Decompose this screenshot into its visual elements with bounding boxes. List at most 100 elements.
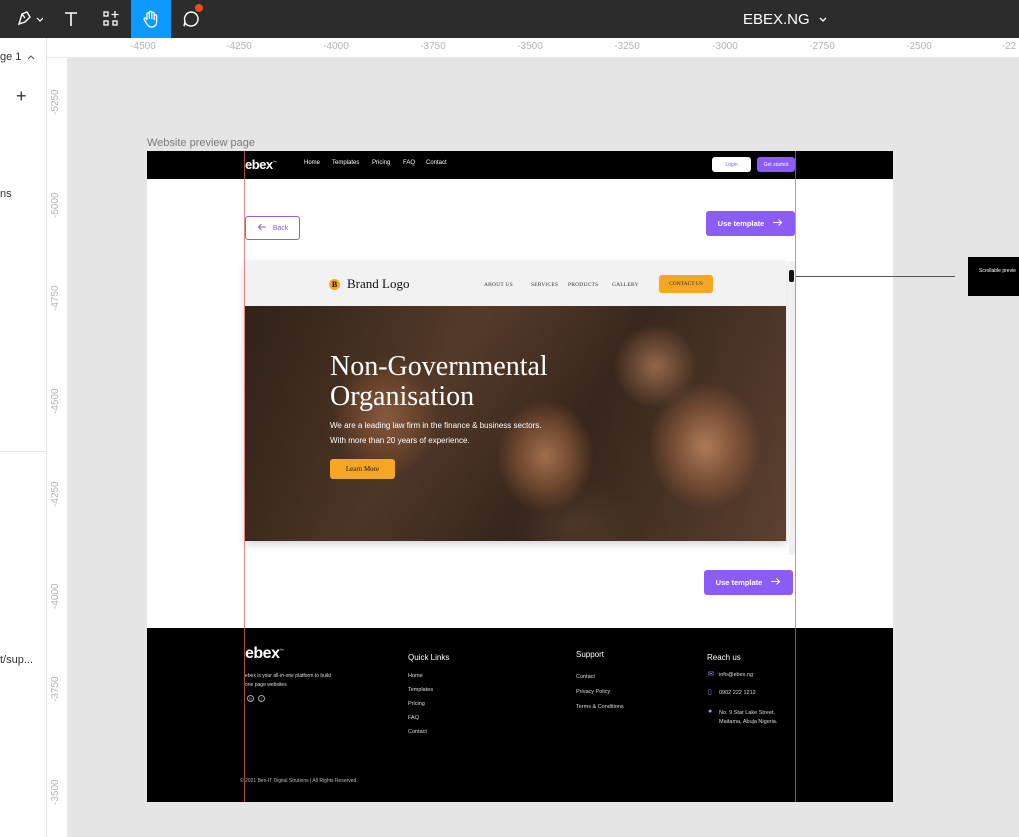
footer-ebex-logo[interactable]: ebex™ bbox=[245, 645, 283, 663]
chevron-down-icon bbox=[818, 11, 828, 28]
page-selector[interactable]: ge 1 bbox=[0, 51, 35, 63]
brand-logo-text[interactable]: Brand Logo bbox=[347, 276, 409, 292]
layout-guide-right bbox=[795, 151, 796, 802]
text-tool-button[interactable] bbox=[56, 0, 86, 38]
ruler-tick-label: -4000 bbox=[50, 583, 61, 609]
preview-nav-services[interactable]: SERVICES bbox=[531, 282, 558, 288]
text-icon bbox=[63, 10, 79, 28]
arrow-left-icon bbox=[257, 223, 267, 233]
login-button[interactable]: Login bbox=[712, 157, 751, 172]
hand-tool-button[interactable] bbox=[131, 0, 171, 38]
preview-scrollbar-thumb[interactable] bbox=[789, 270, 794, 282]
website-preview-frame[interactable]: ebex™ Home Templates Pricing FAQ Contact… bbox=[147, 151, 893, 802]
preview-nav-about[interactable]: ABOUT US bbox=[484, 282, 513, 288]
layers-panel: ge 1 + ns t/sup... bbox=[0, 38, 47, 837]
template-preview[interactable]: B Brand Logo ABOUT US SERVICES PRODUCTS … bbox=[245, 261, 786, 541]
footer-link-pricing[interactable]: Pricing bbox=[408, 701, 425, 707]
document-title-menu[interactable]: EBEX.NG bbox=[743, 0, 828, 38]
left-ruler: -5250 -5000 -4750 -4500 -4250 -4000 -375… bbox=[47, 58, 68, 837]
hero-subtitle: We are a leading law firm in the finance… bbox=[330, 421, 542, 445]
support-link-terms[interactable]: Terms & Conditions bbox=[576, 704, 624, 710]
preview-nav-products[interactable]: PRODUCTS bbox=[568, 282, 598, 288]
support-link-privacy[interactable]: Privacy Policy bbox=[576, 689, 610, 695]
ruler-tick-label: -5250 bbox=[50, 89, 61, 115]
arrow-right-icon bbox=[770, 577, 781, 588]
layer-item[interactable]: ns bbox=[0, 188, 12, 200]
ruler-tick-label: -4000 bbox=[323, 41, 349, 52]
contact-phone[interactable]: 0902 222 1212 bbox=[719, 690, 756, 696]
page-label: ge 1 bbox=[0, 51, 22, 63]
plus-icon: + bbox=[16, 86, 27, 106]
ebex-logo[interactable]: ebex™ bbox=[245, 157, 277, 172]
ruler-tick-label: -4250 bbox=[50, 481, 61, 507]
notification-dot bbox=[195, 4, 203, 12]
hand-icon bbox=[141, 9, 161, 29]
ruler-tick-label: -4500 bbox=[130, 41, 156, 52]
nav-link-templates[interactable]: Templates bbox=[332, 160, 359, 166]
use-template-label: Use template bbox=[715, 578, 763, 587]
pen-tool-button[interactable] bbox=[10, 0, 48, 38]
footer-tagline: ebex is your all-in-one platform to buil… bbox=[245, 673, 331, 688]
get-started-button[interactable]: Get started bbox=[757, 157, 795, 172]
back-button[interactable]: Back bbox=[245, 216, 300, 240]
mail-icon: ✉ bbox=[708, 671, 714, 678]
reach-us-heading: Reach us bbox=[707, 653, 741, 662]
brand-logo-mark: B bbox=[329, 279, 340, 290]
ruler-tick-label: -3500 bbox=[517, 41, 543, 52]
nav-link-pricing[interactable]: Pricing bbox=[372, 160, 390, 166]
quick-links-heading: Quick Links bbox=[408, 653, 450, 662]
footer-link-contact[interactable]: Contact bbox=[408, 729, 427, 735]
frame-label[interactable]: Website preview page bbox=[147, 137, 255, 149]
phone-icon: ▯ bbox=[708, 689, 712, 696]
hero-title-line-2: Organisation bbox=[330, 381, 475, 412]
site-footer: ebex™ ebex is your all-in-one platform t… bbox=[147, 628, 893, 802]
site-navbar: ebex™ Home Templates Pricing FAQ Contact… bbox=[147, 151, 893, 179]
ruler-tick-label: -2500 bbox=[906, 41, 932, 52]
annotation-connector bbox=[796, 276, 955, 277]
use-template-label: Use template bbox=[717, 219, 765, 228]
nav-link-faq[interactable]: FAQ bbox=[403, 160, 415, 166]
ruler-tick-label: -4250 bbox=[226, 41, 252, 52]
trademark-symbol: ™ bbox=[279, 647, 283, 653]
add-page-button[interactable]: + bbox=[16, 87, 27, 105]
contact-address: No. 9 Star Lake Street, Maitama, Abuja N… bbox=[719, 710, 778, 725]
logo-text: ebex bbox=[245, 645, 280, 662]
footer-link-templates[interactable]: Templates bbox=[408, 687, 433, 693]
use-template-button-top[interactable]: Use template bbox=[706, 211, 795, 236]
copyright-text: © 2021 Bex-IT Digital Strutions | All Ri… bbox=[240, 778, 358, 784]
hero-title: Non-Governmental Organisation bbox=[330, 352, 548, 412]
chevron-up-icon bbox=[27, 51, 35, 63]
panel-divider bbox=[0, 451, 46, 452]
components-icon bbox=[102, 10, 120, 28]
use-template-button-bottom[interactable]: Use template bbox=[704, 570, 793, 595]
contact-email[interactable]: info@ebex.ng bbox=[719, 672, 753, 678]
ruler-tick-label: -4750 bbox=[50, 285, 61, 311]
footer-link-faq[interactable]: FAQ bbox=[408, 715, 419, 721]
preview-nav-gallery[interactable]: GALLERY bbox=[612, 282, 639, 288]
footer-link-home[interactable]: Home bbox=[408, 673, 423, 679]
facebook-icon[interactable]: f bbox=[258, 695, 265, 702]
ruler-tick-label: -3000 bbox=[712, 41, 738, 52]
hero-title-line-1: Non-Governmental bbox=[330, 351, 548, 382]
ruler-tick-label: -3500 bbox=[50, 779, 61, 805]
trademark-symbol: ™ bbox=[272, 159, 277, 165]
document-title: EBEX.NG bbox=[743, 10, 810, 28]
ruler-tick-label: -3750 bbox=[50, 676, 61, 702]
ruler-tick-label: -2750 bbox=[809, 41, 835, 52]
ruler-tick-label: -5000 bbox=[50, 192, 61, 218]
learn-more-button[interactable]: Learn More bbox=[330, 459, 395, 479]
annotation-note[interactable]: Scrollable previe bbox=[968, 257, 1019, 296]
layout-guide-left bbox=[244, 151, 245, 802]
ruler-tick-label: -3250 bbox=[614, 41, 640, 52]
top-toolbar: EBEX.NG bbox=[0, 0, 1019, 38]
nav-link-contact[interactable]: Contact bbox=[426, 160, 447, 166]
nav-link-home[interactable]: Home bbox=[304, 160, 320, 166]
support-link-contact[interactable]: Contact bbox=[576, 674, 595, 680]
preview-contact-button[interactable]: CONTACT US bbox=[659, 275, 713, 293]
layer-item[interactable]: t/sup... bbox=[0, 654, 33, 666]
components-tool-button[interactable] bbox=[96, 0, 126, 38]
back-label: Back bbox=[272, 224, 289, 232]
instagram-icon[interactable]: ◎ bbox=[247, 695, 254, 702]
support-heading: Support bbox=[576, 650, 605, 659]
logo-text: ebex bbox=[245, 157, 273, 172]
